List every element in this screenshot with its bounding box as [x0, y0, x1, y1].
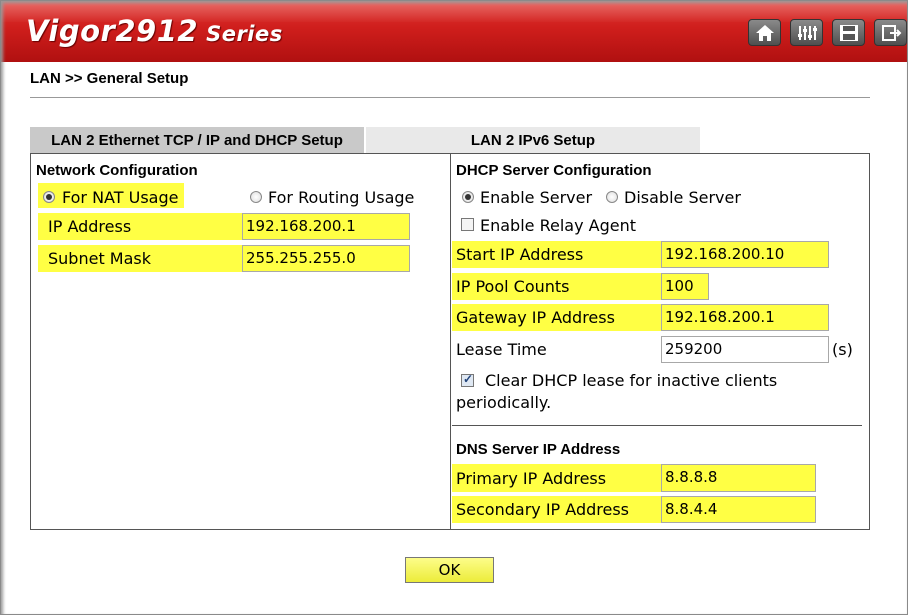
logout-icon[interactable]: [874, 19, 907, 46]
tab-ipv6-setup[interactable]: LAN 2 IPv6 Setup: [366, 127, 700, 153]
breadcrumb: LAN >> General Setup: [30, 70, 189, 87]
column-divider: [450, 153, 451, 530]
secondary-dns-field[interactable]: 8.8.4.4: [661, 496, 816, 523]
primary-dns-label: Primary IP Address: [456, 469, 607, 488]
settings-sliders-icon[interactable]: [790, 19, 823, 46]
network-config-title: Network Configuration: [36, 162, 198, 179]
tab-ethernet-tcpip-dhcp[interactable]: LAN 2 Ethernet TCP / IP and DHCP Setup: [30, 127, 364, 153]
save-icon[interactable]: [832, 19, 865, 46]
disable-server-radio[interactable]: [606, 191, 618, 203]
brand-name: Vigor2912: [26, 14, 199, 48]
relay-agent-checkbox[interactable]: [461, 218, 474, 231]
start-ip-field[interactable]: 192.168.200.10: [661, 241, 829, 268]
routing-usage-label: For Routing Usage: [268, 188, 415, 207]
lease-time-label: Lease Time: [456, 340, 547, 359]
lease-time-field[interactable]: 259200: [661, 336, 829, 363]
ip-address-field[interactable]: 192.168.200.1: [242, 213, 410, 240]
ip-address-label: IP Address: [48, 217, 132, 236]
dns-server-title: DNS Server IP Address: [456, 441, 621, 458]
ip-pool-counts-label: IP Pool Counts: [456, 277, 570, 296]
dhcp-config-title: DHCP Server Configuration: [456, 162, 652, 179]
routing-usage-radio[interactable]: [250, 191, 262, 203]
subnet-mask-field[interactable]: 255.255.255.0: [242, 245, 410, 272]
ip-pool-counts-field[interactable]: 100: [661, 273, 709, 300]
gateway-ip-field[interactable]: 192.168.200.1: [661, 304, 829, 331]
start-ip-label: Start IP Address: [456, 245, 584, 264]
brand-series: Series: [206, 22, 283, 46]
gateway-ip-label: Gateway IP Address: [456, 308, 615, 327]
primary-dns-field[interactable]: 8.8.8.8: [661, 464, 816, 492]
ok-button[interactable]: OK: [405, 557, 494, 583]
disable-server-label: Disable Server: [624, 188, 741, 207]
brand-logo: Vigor2912 Series: [26, 14, 283, 48]
enable-server-label: Enable Server: [480, 188, 593, 207]
home-icon[interactable]: [748, 19, 781, 46]
header-toolbar: [748, 19, 907, 46]
clear-dhcp-lease-checkbox[interactable]: [461, 372, 474, 387]
relay-agent-label: Enable Relay Agent: [480, 216, 636, 235]
enable-server-radio[interactable]: [462, 191, 474, 203]
lease-time-unit: (s): [832, 340, 853, 359]
subnet-mask-label: Subnet Mask: [48, 249, 152, 268]
dns-section-divider: [452, 425, 862, 426]
nat-usage-radio[interactable]: [43, 191, 55, 203]
app-header: Vigor2912 Series: [0, 0, 908, 62]
breadcrumb-divider: [30, 97, 870, 98]
nat-usage-label: For NAT Usage: [62, 188, 179, 207]
secondary-dns-label: Secondary IP Address: [456, 500, 629, 519]
clear-dhcp-lease-label-cont: periodically.: [456, 393, 552, 412]
clear-dhcp-lease-label: Clear DHCP lease for inactive clients: [485, 371, 778, 390]
